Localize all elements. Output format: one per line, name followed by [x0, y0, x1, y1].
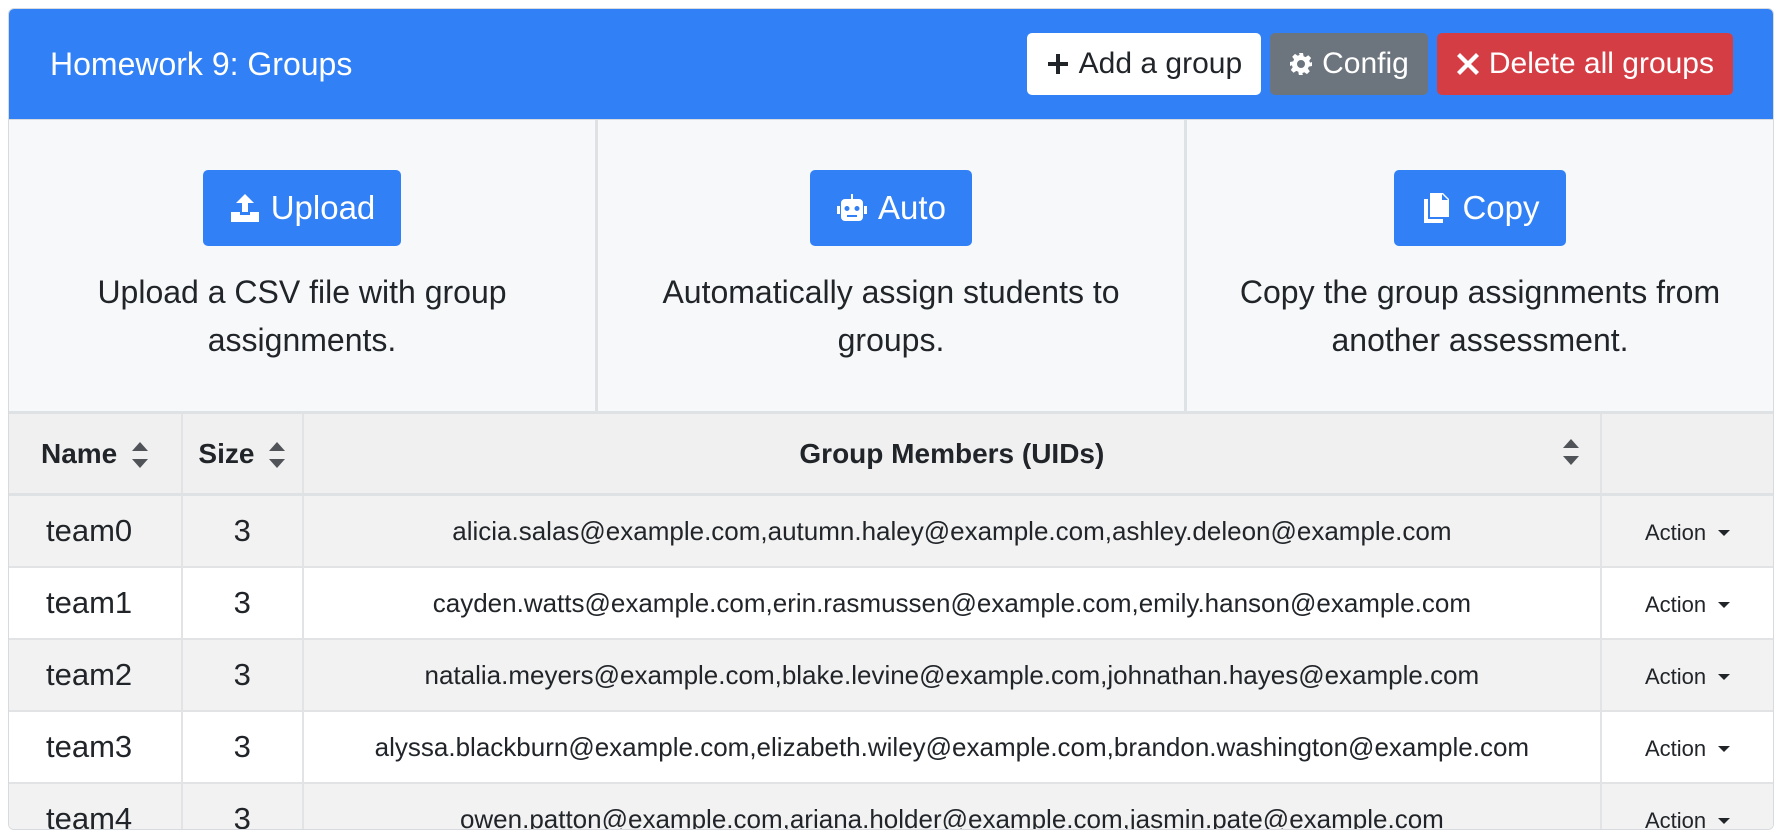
- group-size: 3: [181, 783, 304, 829]
- auto-label: Auto: [878, 189, 946, 226]
- name-column-header[interactable]: Name: [9, 412, 183, 496]
- close-icon: [1456, 53, 1479, 75]
- size-header-label: Size: [198, 437, 255, 469]
- group-size: 3: [181, 494, 304, 568]
- members-header-label: Group Members (UIDs): [799, 437, 1105, 469]
- caret-down-icon: [1718, 529, 1731, 536]
- group-name: team2: [9, 639, 183, 712]
- action-cell: Action: [1601, 494, 1773, 568]
- action-cell: Action: [1601, 567, 1773, 640]
- header-buttons: Add a group Config Delete all groups: [1026, 33, 1733, 95]
- action-dropdown[interactable]: Action: [1644, 735, 1731, 762]
- group-members: alicia.salas@example.com,autumn.haley@ex…: [302, 494, 1603, 568]
- action-label: Action: [1644, 807, 1707, 830]
- add-group-button[interactable]: Add a group: [1026, 33, 1262, 95]
- caret-down-icon: [1718, 817, 1731, 824]
- table-row: team0 3 alicia.salas@example.com,autumn.…: [9, 494, 1773, 568]
- action-dropdown[interactable]: Action: [1644, 663, 1731, 690]
- gear-icon: [1290, 53, 1313, 75]
- table-header-row: Name Size Group Members (UIDs): [9, 412, 1773, 496]
- action-dropdown[interactable]: Action: [1644, 519, 1731, 546]
- table-row: team4 3 owen.patton@example.com,ariana.h…: [9, 783, 1773, 830]
- size-column-header[interactable]: Size: [181, 412, 304, 496]
- group-name: team0: [9, 494, 183, 568]
- delete-all-groups-button[interactable]: Delete all groups: [1436, 33, 1733, 95]
- group-methods: Upload Upload a CSV file with group assi…: [9, 119, 1773, 411]
- sort-icon: [1562, 438, 1580, 466]
- action-column-header: [1601, 412, 1773, 496]
- copy-panel: Copy Copy the group assignments from ano…: [1187, 120, 1773, 411]
- copy-icon: [1424, 193, 1450, 223]
- auto-panel: Auto Automatically assign students to gr…: [598, 120, 1187, 411]
- caret-down-icon: [1718, 601, 1731, 608]
- upload-button[interactable]: Upload: [202, 170, 402, 246]
- group-name: team1: [9, 567, 183, 640]
- group-name: team4: [9, 783, 183, 829]
- group-size: 3: [181, 567, 304, 640]
- action-label: Action: [1644, 519, 1707, 545]
- delete-all-label: Delete all groups: [1488, 47, 1714, 80]
- upload-panel: Upload Upload a CSV file with group assi…: [9, 120, 598, 411]
- auto-description: Automatically assign students to groups.: [662, 274, 1120, 358]
- members-column-header[interactable]: Group Members (UIDs): [302, 412, 1603, 496]
- name-header-label: Name: [40, 437, 118, 469]
- add-group-label: Add a group: [1078, 47, 1243, 80]
- caret-down-icon: [1718, 673, 1731, 680]
- action-label: Action: [1644, 591, 1707, 617]
- group-name: team3: [9, 711, 183, 784]
- action-cell: Action: [1601, 711, 1773, 784]
- action-dropdown[interactable]: Action: [1644, 807, 1731, 830]
- page-title: Homework 9: Groups: [50, 45, 353, 82]
- group-members: owen.patton@example.com,ariana.holder@ex…: [302, 783, 1603, 829]
- action-dropdown[interactable]: Action: [1644, 591, 1731, 618]
- action-cell: Action: [1601, 783, 1773, 830]
- group-members: cayden.watts@example.com,erin.rasmussen@…: [302, 567, 1603, 640]
- table-row: team3 3 alyssa.blackburn@example.com,eli…: [9, 711, 1773, 784]
- table-row: team1 3 cayden.watts@example.com,erin.ra…: [9, 567, 1773, 640]
- config-label: Config: [1322, 47, 1409, 80]
- sort-icon: [268, 441, 286, 469]
- action-label: Action: [1644, 663, 1707, 689]
- sort-icon: [131, 441, 149, 469]
- groups-table: Name Size Group Members (UIDs) team0 3 a…: [9, 411, 1773, 830]
- group-size: 3: [181, 639, 304, 712]
- table-row: team2 3 natalia.meyers@example.com,blake…: [9, 639, 1773, 712]
- copy-button[interactable]: Copy: [1394, 170, 1566, 246]
- auto-button[interactable]: Auto: [810, 170, 972, 246]
- config-button[interactable]: Config: [1270, 33, 1428, 95]
- group-members: natalia.meyers@example.com,blake.levine@…: [302, 639, 1603, 712]
- copy-description: Copy the group assignments from another …: [1239, 274, 1721, 358]
- card-header: Homework 9: Groups Add a group Config De…: [9, 9, 1773, 119]
- caret-down-icon: [1718, 745, 1731, 752]
- action-label: Action: [1644, 735, 1707, 761]
- groups-card: Homework 9: Groups Add a group Config De…: [8, 8, 1774, 830]
- plus-icon: [1047, 54, 1068, 74]
- action-cell: Action: [1601, 639, 1773, 712]
- group-size: 3: [181, 711, 304, 784]
- upload-description: Upload a CSV file with group assignments…: [97, 274, 507, 358]
- copy-label: Copy: [1462, 189, 1540, 226]
- robot-icon: [837, 194, 868, 221]
- group-members: alyssa.blackburn@example.com,elizabeth.w…: [302, 711, 1603, 784]
- upload-label: Upload: [270, 189, 376, 226]
- upload-icon: [230, 194, 259, 222]
